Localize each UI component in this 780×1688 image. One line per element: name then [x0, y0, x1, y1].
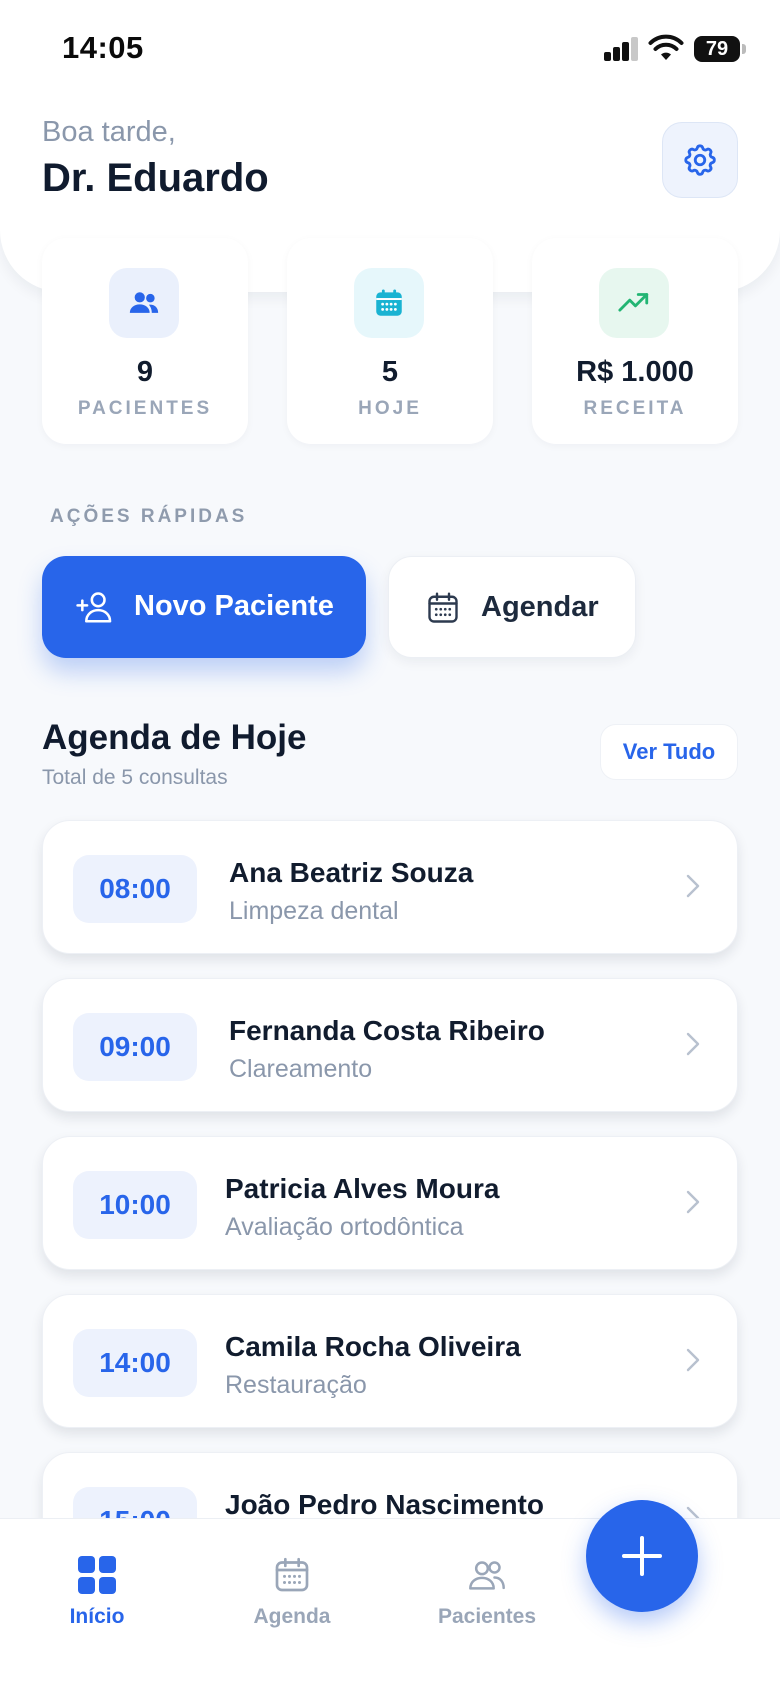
- procedure: Restauração: [225, 1371, 367, 1399]
- status-time: 14:05: [62, 30, 144, 65]
- procedure: Limpeza dental: [229, 897, 399, 925]
- stat-card-patients[interactable]: 9 PACIENTES: [42, 238, 248, 444]
- agenda-title: Agenda de Hoje: [42, 718, 307, 757]
- battery-icon: 79: [694, 36, 746, 62]
- procedure: Avaliação ortodôntica: [225, 1213, 464, 1241]
- patient-name: Ana Beatriz Souza: [229, 857, 474, 888]
- users-icon: [129, 292, 159, 313]
- quick-actions-label: AÇÕES RÁPIDAS: [50, 506, 248, 527]
- nav-item-agenda[interactable]: Agenda: [217, 1519, 367, 1639]
- nav-label: Início: [69, 1605, 125, 1628]
- greeting: Boa tarde,: [42, 116, 176, 148]
- stat-card-today[interactable]: 5 HOJE: [287, 238, 493, 444]
- calendar-icon: [376, 289, 402, 316]
- gear-icon: [684, 144, 716, 176]
- stat-label: HOJE: [358, 398, 422, 419]
- nav-item-patients[interactable]: Pacientes: [412, 1519, 562, 1639]
- patient-name: João Pedro Nascimento: [225, 1489, 544, 1520]
- patient-name: Patricia Alves Moura: [225, 1173, 500, 1204]
- appointment-card[interactable]: 08:00 Ana Beatriz Souza Limpeza dental: [42, 820, 738, 954]
- chevron-right-icon: [686, 1348, 700, 1372]
- stat-icon-bg: [109, 268, 179, 338]
- status-bar: 14:05 79: [0, 0, 780, 100]
- appointment-time: 08:00: [73, 855, 197, 923]
- see-all-button[interactable]: Ver Tudo: [600, 724, 738, 780]
- stat-value: 9: [136, 356, 154, 388]
- new-patient-label: Novo Paciente: [134, 590, 334, 622]
- patient-name: Camila Rocha Oliveira: [225, 1331, 521, 1362]
- users-icon: [469, 1561, 505, 1590]
- schedule-button[interactable]: Agendar: [388, 556, 636, 658]
- new-patient-button[interactable]: Novo Paciente: [42, 556, 366, 658]
- nav-label: Agenda: [253, 1605, 331, 1628]
- trending-up-icon: [618, 293, 649, 312]
- schedule-label: Agendar: [481, 591, 599, 623]
- user-plus-icon: [76, 592, 112, 623]
- appointment-card[interactable]: 09:00 Fernanda Costa Ribeiro Clareamento: [42, 978, 738, 1112]
- app-screen: 14:05 79 Boa tarde, Dr. Eduardo 9 PACIEN…: [0, 0, 780, 1688]
- doctor-name: Dr. Eduardo: [42, 156, 269, 200]
- appointment-time: 09:00: [73, 1013, 197, 1081]
- nav-label: Pacientes: [437, 1605, 537, 1628]
- stat-value: 5: [381, 356, 399, 388]
- cellular-signal-icon: [604, 37, 640, 61]
- patient-name: Fernanda Costa Ribeiro: [229, 1015, 545, 1046]
- stat-icon-bg: [599, 268, 669, 338]
- appointment-card[interactable]: 14:00 Camila Rocha Oliveira Restauração: [42, 1294, 738, 1428]
- procedure: Clareamento: [229, 1055, 373, 1083]
- chevron-right-icon: [686, 1032, 700, 1056]
- settings-button[interactable]: [662, 122, 738, 198]
- plus-icon: [622, 1536, 662, 1576]
- agenda-subtitle: Total de 5 consultas: [42, 766, 228, 789]
- grid-icon: [78, 1556, 116, 1594]
- chevron-right-icon: [686, 874, 700, 898]
- appointment-time: 14:00: [73, 1329, 197, 1397]
- add-button[interactable]: [586, 1500, 698, 1612]
- stat-label: PACIENTES: [77, 398, 213, 419]
- wifi-icon: [648, 34, 684, 60]
- stat-icon-bg: [354, 268, 424, 338]
- nav-item-home[interactable]: Início: [22, 1519, 172, 1639]
- appointment-card[interactable]: 10:00 Patricia Alves Moura Avaliação ort…: [42, 1136, 738, 1270]
- calendar-icon: [275, 1557, 309, 1592]
- calendar-icon: [428, 592, 458, 623]
- stat-card-revenue[interactable]: R$ 1.000 RECEITA: [532, 238, 738, 444]
- stat-value: R$ 1.000: [576, 356, 694, 388]
- appointment-time: 10:00: [73, 1171, 197, 1239]
- chevron-right-icon: [686, 1190, 700, 1214]
- stat-label: RECEITA: [583, 398, 687, 419]
